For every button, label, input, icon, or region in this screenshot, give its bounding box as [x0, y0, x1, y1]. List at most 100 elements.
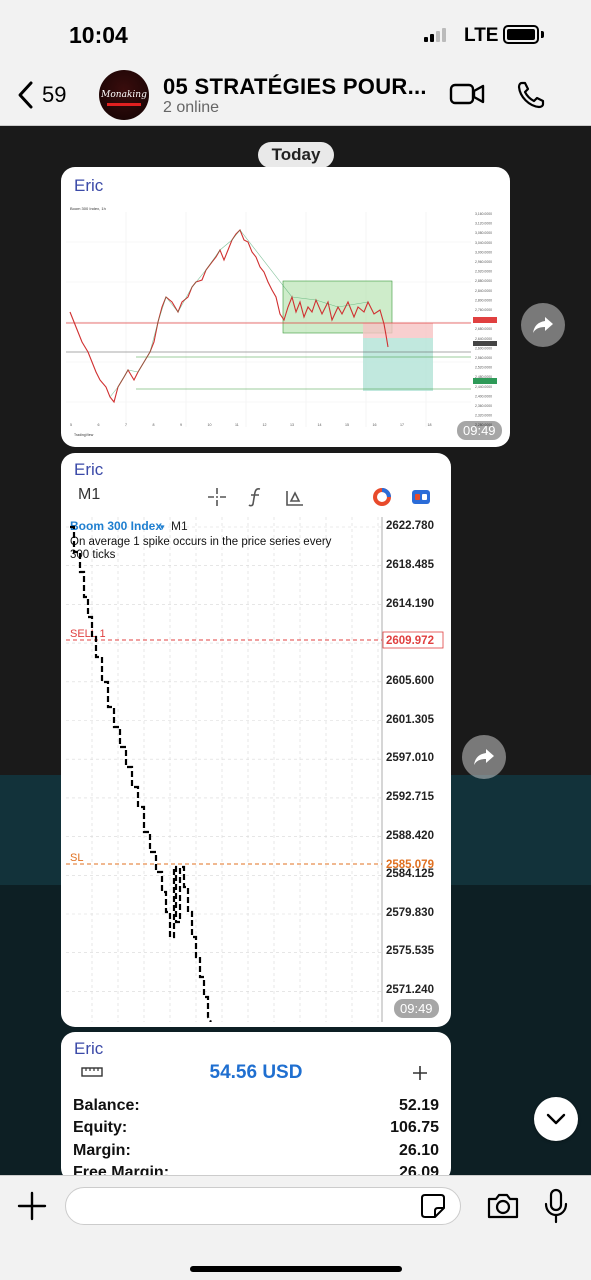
price-axis-label: 2584.125 [386, 868, 435, 880]
price-level-label: 2,800.0000 [475, 298, 492, 302]
home-indicator [190, 1266, 402, 1272]
chart-note-line1: On average 1 spike occurs in the price s… [70, 536, 332, 548]
message-input[interactable] [65, 1187, 461, 1225]
price-level-label: 2,760.0000 [475, 308, 492, 312]
sender-name: Eric [74, 460, 104, 479]
message-time: 09:49 [457, 421, 502, 440]
date-label: 7 [125, 423, 127, 427]
scroll-down-button[interactable] [534, 1097, 578, 1141]
camera-icon[interactable] [486, 1191, 520, 1221]
sell-label: SELL 1 [70, 628, 106, 640]
price-axis-label: 2575.535 [386, 945, 435, 957]
message-bubble-chart-m1[interactable]: Eric M1 Boom 300 Index ▾ M1 On average 1… [61, 453, 451, 1027]
margin-value: 26.10 [398, 1142, 439, 1159]
price-level-label: 2,600.0000 [475, 346, 492, 350]
balance-row: Balance: 52.19 [73, 1097, 439, 1115]
price-tag-dark [473, 341, 497, 346]
price-axis-label: 2622.780 [386, 520, 434, 532]
avatar[interactable]: Monaking [99, 70, 149, 120]
equity-label: Equity: [73, 1119, 128, 1136]
balance-value: 52.19 [398, 1097, 439, 1114]
date-label: 15 [345, 423, 349, 427]
timeframe-label[interactable]: M1 [78, 486, 100, 504]
price-level-label: 3,120.0000 [475, 222, 492, 226]
account-profit: 54.56 USD [209, 1062, 303, 1083]
price-level-label: 2,440.0000 [475, 385, 492, 389]
chart-settings-icon[interactable] [409, 485, 433, 509]
chat-title[interactable]: 05 STRATÉGIES POUR... [163, 74, 427, 100]
mt-toolbar: M1 [61, 483, 451, 517]
message-time: 09:49 [394, 999, 439, 1018]
price-axis-label: 2579.830 [386, 907, 434, 919]
metatrader-chart[interactable]: Boom 300 Index ▾ M1 On average 1 spike o… [66, 517, 446, 1022]
phone-icon[interactable] [516, 80, 546, 110]
network-label: LTE [464, 25, 499, 46]
date-label: 13 [290, 423, 294, 427]
date-label: 18 [428, 423, 432, 427]
equity-value: 106.75 [390, 1119, 439, 1136]
price-level-label: 2,320.0000 [475, 414, 492, 418]
price-axis-label: 2614.190 [386, 598, 434, 610]
price-axis-label: 2601.305 [386, 714, 435, 726]
equity-row: Equity: 106.75 [73, 1119, 439, 1137]
stop-loss-zone [363, 323, 433, 338]
price-tag-green [473, 378, 497, 384]
message-bubble-account[interactable]: Eric 54.56 USD Balance: 52.19 Equity: 10… [61, 1032, 451, 1182]
price-axis-label: 2605.600 [386, 675, 434, 687]
price-axis-label: 2588.420 [386, 830, 434, 842]
sender-name: Eric [74, 176, 104, 195]
margin-row: Margin: 26.10 [73, 1142, 439, 1160]
price-level-label: 2,840.0000 [475, 289, 492, 293]
price-axis-label: 2597.010 [386, 752, 434, 764]
account-header: 54.56 USD [61, 1060, 451, 1086]
chat-subtitle: 2 online [163, 99, 220, 116]
forward-button[interactable] [462, 735, 506, 779]
price-level-label: 2,680.0000 [475, 327, 492, 331]
balance-label: Balance: [73, 1097, 140, 1114]
sell-price: 2609.972 [386, 635, 434, 647]
trade-icon[interactable] [370, 485, 394, 509]
input-bar [0, 1175, 591, 1280]
tradingview-chart-image[interactable]: Boom 300 Index, 1h 3,160.0000 3,120.0000 3… [66, 202, 505, 442]
price-level-label: 2,520.0000 [475, 366, 492, 370]
crosshair-icon[interactable] [205, 485, 229, 509]
chart-image-title: Boom 300 Index, 1h [70, 206, 106, 211]
symbol-dropdown-icon[interactable]: ▾ [160, 522, 165, 532]
microphone-icon[interactable] [543, 1188, 569, 1224]
sender-name: Eric [74, 1039, 104, 1058]
plus-icon[interactable] [411, 1064, 429, 1082]
price-level-label: 2,360.0000 [475, 404, 492, 408]
objects-icon[interactable] [283, 485, 307, 509]
chart-note-line2: 300 ticks [70, 549, 116, 561]
date-label: 10 [208, 423, 212, 427]
price-level-label: 2,920.0000 [475, 270, 492, 274]
function-icon[interactable] [244, 485, 268, 509]
chat-header: 59 Monaking 05 STRATÉGIES POUR... 2 onli… [0, 70, 591, 126]
status-time: 10:04 [69, 22, 128, 48]
forward-button[interactable] [521, 303, 565, 347]
message-bubble-chart-1h[interactable]: Eric Boom 300 Index, 1h 3,160.0000 3,120.… [61, 167, 510, 447]
price-level-label: 2,880.0000 [475, 279, 492, 283]
video-call-icon[interactable] [449, 82, 485, 106]
price-level-label: 2,640.0000 [475, 337, 492, 341]
price-level-label: 3,080.0000 [475, 231, 492, 235]
price-axis-label: 2618.485 [386, 559, 435, 571]
back-button[interactable]: 59 [16, 80, 66, 110]
date-chip: Today [258, 142, 334, 168]
price-axis-label: 2571.240 [386, 984, 434, 996]
battery-nub [541, 31, 544, 38]
chevron-down-icon [546, 1113, 566, 1125]
sticker-icon[interactable] [420, 1193, 446, 1219]
price-level-label: 3,000.0000 [475, 250, 492, 254]
forward-icon [474, 749, 494, 765]
forward-icon [533, 317, 553, 333]
date-label: 12 [263, 423, 267, 427]
date-label: 9 [180, 423, 182, 427]
price-axis-label: 2592.715 [386, 791, 435, 803]
status-bar: 10:04 LTE [0, 0, 591, 70]
symbol-timeframe: M1 [171, 519, 188, 533]
date-label: 17 [400, 423, 404, 427]
plus-icon[interactable] [16, 1190, 48, 1222]
date-label: 6 [98, 423, 100, 427]
avatar-accent [107, 103, 141, 106]
